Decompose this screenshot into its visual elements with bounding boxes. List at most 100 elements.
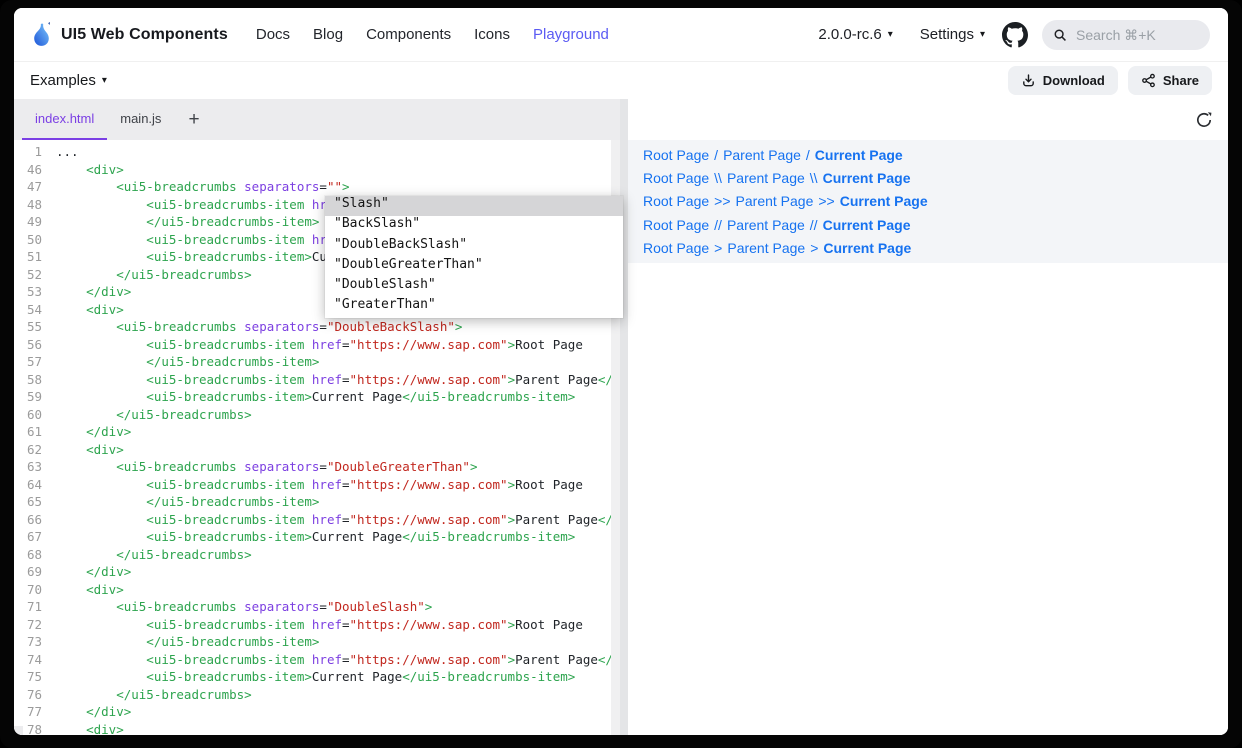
code-line[interactable]: 1... <box>14 143 620 161</box>
code-line[interactable]: 78 <div> <box>14 721 620 736</box>
line-number: 55 <box>14 319 42 334</box>
nav-item-components[interactable]: Components <box>366 26 451 43</box>
chevron-down-icon: ▾ <box>102 75 107 86</box>
code-line[interactable]: 77 </div> <box>14 703 620 721</box>
preview-toolbar <box>628 99 1228 140</box>
line-number: 60 <box>14 407 42 422</box>
code-line[interactable]: 75 <ui5-breadcrumbs-item>Current Page</u… <box>14 668 620 686</box>
breadcrumb-link[interactable]: Parent Page <box>727 170 805 186</box>
code-line[interactable]: 58 <ui5-breadcrumbs-item href="https://w… <box>14 371 620 389</box>
code-text: </div> <box>56 424 131 439</box>
code-text: <ui5-breadcrumbs separators="DoubleBackS… <box>56 319 462 334</box>
breadcrumb-row: Root Page>>Parent Page>>Current Page <box>643 190 1218 213</box>
breadcrumb-link[interactable]: Parent Page <box>727 217 805 233</box>
download-label: Download <box>1043 73 1105 88</box>
code-line[interactable]: 69 </div> <box>14 563 620 581</box>
line-number: 56 <box>14 337 42 352</box>
examples-label: Examples <box>30 72 96 89</box>
code-line[interactable]: 47 <ui5-breadcrumbs separators=""> <box>14 178 620 196</box>
tab-index-html[interactable]: index.html <box>22 99 107 140</box>
code-line[interactable]: 71 <ui5-breadcrumbs separators="DoubleSl… <box>14 598 620 616</box>
code-line[interactable]: 46 <div> <box>14 161 620 179</box>
line-number: 75 <box>14 669 42 684</box>
line-number: 71 <box>14 599 42 614</box>
line-number: 53 <box>14 284 42 299</box>
code-line[interactable]: 61 </div> <box>14 423 620 441</box>
autocomplete-option[interactable]: "BackSlash" <box>325 216 623 236</box>
code-line[interactable]: 56 <ui5-breadcrumbs-item href="https://w… <box>14 336 620 354</box>
version-dropdown[interactable]: 2.0.0-rc.6 ▾ <box>818 26 892 43</box>
add-tab-button[interactable]: + <box>178 99 209 140</box>
share-icon <box>1141 73 1156 88</box>
breadcrumb-link[interactable]: Root Page <box>643 240 709 256</box>
code-line[interactable]: 65 </ui5-breadcrumbs-item> <box>14 493 620 511</box>
code-line[interactable]: 66 <ui5-breadcrumbs-item href="https://w… <box>14 511 620 529</box>
code-line[interactable]: 72 <ui5-breadcrumbs-item href="https://w… <box>14 616 620 634</box>
code-text: <ui5-breadcrumbs-item href="https://www.… <box>56 372 620 387</box>
code-line[interactable]: 67 <ui5-breadcrumbs-item>Current Page</u… <box>14 528 620 546</box>
code-line[interactable]: 60 </ui5-breadcrumbs> <box>14 406 620 424</box>
code-text: <ui5-breadcrumbs-item>Current Page</ui5-… <box>56 389 575 404</box>
autocomplete-option[interactable]: "DoubleSlash" <box>325 277 623 297</box>
github-link[interactable] <box>1002 22 1028 48</box>
code-line[interactable]: 76 </ui5-breadcrumbs> <box>14 686 620 704</box>
code-text: <ui5-breadcrumbs-item href="https://www.… <box>56 652 620 667</box>
breadcrumb-link[interactable]: Root Page <box>643 170 709 186</box>
code-text: </ui5-breadcrumbs> <box>56 547 252 562</box>
tab-main-js[interactable]: main.js <box>107 99 174 140</box>
code-text: </div> <box>56 564 131 579</box>
code-line[interactable]: 63 <ui5-breadcrumbs separators="DoubleGr… <box>14 458 620 476</box>
code-text: </ui5-breadcrumbs-item> <box>56 214 319 229</box>
panel-splitter[interactable] <box>620 99 628 735</box>
brand-home-link[interactable]: UI5 Web Components <box>32 22 228 48</box>
nav-item-icons[interactable]: Icons <box>474 26 510 43</box>
plus-icon: + <box>188 109 199 131</box>
code-line[interactable]: 62 <div> <box>14 441 620 459</box>
breadcrumb-current: Current Page <box>823 170 911 186</box>
breadcrumb-link[interactable]: Root Page <box>643 193 709 209</box>
code-line[interactable]: 57 </ui5-breadcrumbs-item> <box>14 353 620 371</box>
breadcrumb-link[interactable]: Root Page <box>643 147 709 163</box>
code-line[interactable]: 68 </ui5-breadcrumbs> <box>14 546 620 564</box>
code-text: <ui5-breadcrumbs-item>Current Page</ui5-… <box>56 529 575 544</box>
nav-item-playground[interactable]: Playground <box>533 26 609 43</box>
breadcrumb-separator: >> <box>714 193 730 209</box>
autocomplete-option[interactable]: "DoubleBackSlash" <box>325 237 623 257</box>
nav-item-blog[interactable]: Blog <box>313 26 343 43</box>
code-text: </ui5-breadcrumbs-item> <box>56 494 319 509</box>
code-line[interactable]: 70 <div> <box>14 581 620 599</box>
search-box[interactable] <box>1042 20 1210 50</box>
breadcrumb-separator: // <box>810 217 818 233</box>
code-line[interactable]: 73 </ui5-breadcrumbs-item> <box>14 633 620 651</box>
line-number: 58 <box>14 372 42 387</box>
line-number: 66 <box>14 512 42 527</box>
code-text: <div> <box>56 442 124 457</box>
nav-item-docs[interactable]: Docs <box>256 26 290 43</box>
code-line[interactable]: 55 <ui5-breadcrumbs separators="DoubleBa… <box>14 318 620 336</box>
line-number: 70 <box>14 582 42 597</box>
code-text: </ui5-breadcrumbs> <box>56 267 252 282</box>
playground-main: index.html main.js + 1...46 <div>47 <ui5… <box>14 99 1228 735</box>
breadcrumb-link[interactable]: Parent Page <box>723 147 801 163</box>
code-text: <ui5-breadcrumbs-item href="https://www.… <box>56 617 583 632</box>
code-line[interactable]: 74 <ui5-breadcrumbs-item href="https://w… <box>14 651 620 669</box>
refresh-button[interactable] <box>1195 111 1213 129</box>
breadcrumb-link[interactable]: Parent Page <box>727 240 805 256</box>
autocomplete-popup: "Slash""BackSlash""DoubleBackSlash""Doub… <box>325 196 623 318</box>
line-number: 63 <box>14 459 42 474</box>
examples-dropdown[interactable]: Examples ▾ <box>30 72 107 89</box>
code-text: <ui5-breadcrumbs-item>Current Page</ui5-… <box>56 669 575 684</box>
autocomplete-option[interactable]: "DoubleGreaterThan" <box>325 257 623 277</box>
refresh-icon <box>1195 111 1213 129</box>
code-line[interactable]: 59 <ui5-breadcrumbs-item>Current Page</u… <box>14 388 620 406</box>
breadcrumb-link[interactable]: Parent Page <box>736 193 814 209</box>
settings-dropdown[interactable]: Settings ▾ <box>920 26 985 43</box>
search-input[interactable] <box>1074 26 1192 44</box>
download-button[interactable]: Download <box>1008 66 1118 95</box>
code-line[interactable]: 64 <ui5-breadcrumbs-item href="https://w… <box>14 476 620 494</box>
autocomplete-option[interactable]: "Slash" <box>325 196 623 216</box>
share-button[interactable]: Share <box>1128 66 1212 95</box>
autocomplete-option[interactable]: "GreaterThan" <box>325 297 623 317</box>
breadcrumb-link[interactable]: Root Page <box>643 217 709 233</box>
line-number: 1 <box>14 144 42 159</box>
